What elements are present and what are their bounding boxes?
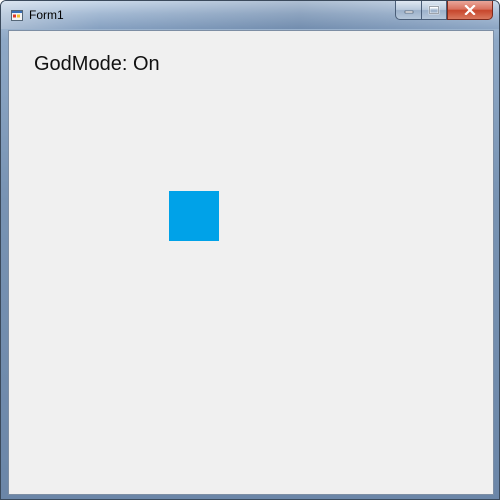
form-app-icon (11, 10, 23, 21)
caption-buttons (395, 1, 493, 20)
minimize-button[interactable] (395, 1, 421, 20)
app-window: Form1 GodMode: On (0, 0, 500, 500)
close-icon (464, 5, 476, 15)
maximize-button[interactable] (421, 1, 447, 20)
godmode-status-label: GodMode: On (34, 53, 160, 75)
form-client-area[interactable]: GodMode: On (8, 30, 494, 495)
player-square (169, 191, 219, 241)
window-title: Form1 (29, 8, 64, 22)
maximize-icon (428, 5, 440, 15)
title-bar[interactable]: Form1 (1, 1, 499, 29)
minimize-icon (404, 10, 413, 14)
close-button[interactable] (447, 1, 493, 20)
